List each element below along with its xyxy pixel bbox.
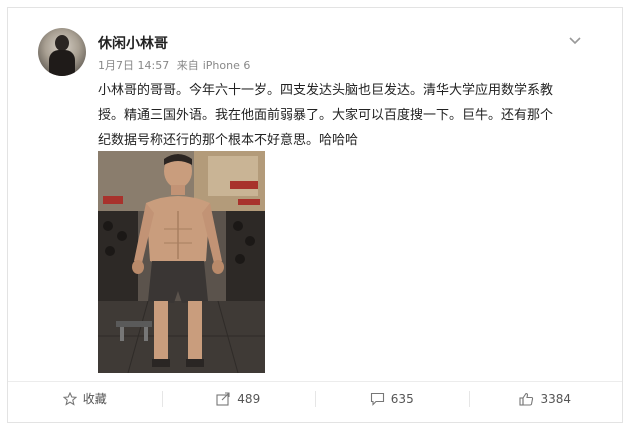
- post-meta: 1月7日 14:57 来自 iPhone 6: [98, 57, 254, 73]
- post-text-line: 小林哥的哥哥。今年六十一岁。四支发达头脑也巨发达。清华大学应用数学系教: [98, 83, 554, 98]
- thumbs-up-icon: [519, 392, 534, 406]
- post-date[interactable]: 1月7日 14:57: [98, 59, 169, 72]
- like-button[interactable]: 3384: [468, 382, 623, 415]
- post-photo[interactable]: [98, 151, 265, 373]
- comment-button[interactable]: 635: [315, 382, 469, 415]
- repost-button[interactable]: 489: [161, 382, 316, 415]
- favorite-button[interactable]: 收藏: [8, 382, 162, 415]
- username[interactable]: 休闲小林哥: [98, 33, 168, 53]
- action-bar: 收藏 489 635 3384: [8, 381, 622, 415]
- avatar-head: [55, 35, 69, 51]
- comment-count: 635: [390, 391, 414, 406]
- comment-icon: [370, 392, 384, 406]
- avatar-body: [49, 50, 75, 76]
- avatar[interactable]: [38, 28, 86, 76]
- post-text-line: 授。精通三国外语。我在他面前弱暴了。大家可以百度搜一下。巨牛。还有那个: [98, 108, 554, 123]
- post-menu-button[interactable]: [566, 32, 584, 50]
- weibo-post-card: 休闲小林哥 1月7日 14:57 来自 iPhone 6 小林哥的哥哥。今年六十一…: [7, 7, 623, 423]
- source-prefix: 来自: [176, 59, 199, 72]
- post-text-line: 纪数据号称还行的那个根本不好意思。哈哈哈: [98, 133, 359, 148]
- repost-icon: [216, 391, 230, 406]
- favorite-label: 收藏: [82, 392, 107, 406]
- post-text: 小林哥的哥哥。今年六十一岁。四支发达头脑也巨发达。清华大学应用数学系教 授。精通…: [98, 78, 616, 153]
- star-icon: [62, 391, 77, 406]
- like-count: 3384: [540, 391, 572, 406]
- repost-count: 489: [237, 391, 261, 406]
- gym-photo-image: [98, 151, 265, 373]
- post-source[interactable]: iPhone 6: [203, 59, 251, 72]
- chevron-down-icon: [569, 37, 581, 45]
